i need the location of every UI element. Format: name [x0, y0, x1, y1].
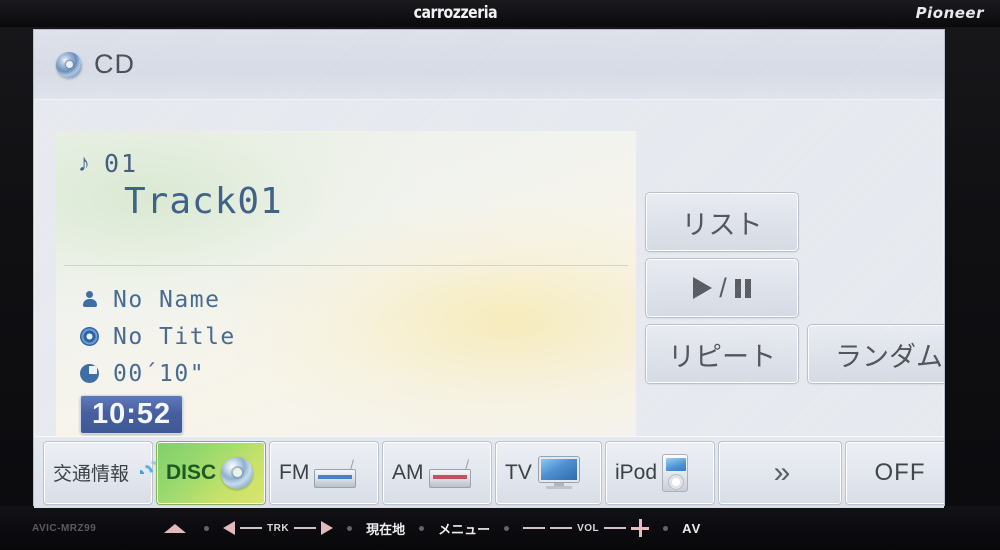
volume-up-icon[interactable]: [631, 519, 650, 537]
hardware-key-row: TRK 現在地 メニュー VOL AV: [160, 506, 701, 550]
source-button-disc[interactable]: DISC: [156, 440, 266, 505]
track-metadata-list: No Name No Title 00´10": [80, 281, 236, 392]
radio-tuner-icon: [314, 458, 357, 488]
lcd-screen: CD ♪ 01 Track01 No Name No Title 00´10" …: [33, 29, 945, 509]
source-button-traffic-info[interactable]: 交通情報: [43, 440, 168, 505]
play-pause-button[interactable]: /: [645, 258, 799, 318]
disc-icon: [80, 327, 99, 346]
key-separator-dot: [204, 525, 209, 531]
source-label-tv: TV: [505, 460, 532, 484]
carrozzeria-logo: carrozzeria: [413, 3, 498, 23]
source-button-fm[interactable]: FM: [269, 440, 379, 505]
bottom-bezel: AVIC-MRZ99 TRK 現在地 メニュー VOL AV: [0, 506, 1000, 550]
album-row: No Title: [80, 318, 236, 355]
top-bezel: carrozzeria Pioneer: [0, 0, 1000, 27]
panel-divider: [64, 265, 628, 266]
av-key[interactable]: AV: [682, 521, 701, 536]
eject-icon[interactable]: [164, 523, 186, 533]
key-separator-dot: [419, 525, 425, 531]
music-note-icon: ♪: [78, 149, 90, 177]
track-next-icon[interactable]: [321, 521, 334, 535]
clock-display: 10:52: [80, 395, 184, 435]
artist-row: No Name: [80, 281, 236, 318]
source-label-am: AM: [392, 460, 424, 484]
elapsed-time-row: 00´10": [80, 355, 236, 392]
clock-icon: [80, 364, 99, 383]
source-label-ipod: iPod: [615, 460, 658, 484]
repeat-button[interactable]: リピート: [645, 324, 799, 384]
track-number: 01: [104, 149, 139, 178]
album-title: No Title: [113, 323, 236, 350]
source-button-ipod[interactable]: iPod: [605, 440, 715, 505]
key-separator-dot: [504, 525, 510, 531]
source-button-am[interactable]: AM: [382, 440, 492, 505]
play-pause-icon: /: [693, 274, 751, 302]
volume-down-icon[interactable]: [523, 527, 546, 529]
track-skip-keys[interactable]: TRK: [223, 521, 334, 535]
source-selector-bar: 交通情報 DISC FM AM TV iPod » OFF: [34, 436, 944, 508]
radio-tuner-icon: [428, 458, 471, 488]
head-unit-chassis: carrozzeria Pioneer CD ♪ 01 Track01 No N…: [0, 0, 1000, 550]
source-button-tv[interactable]: TV: [495, 440, 602, 505]
current-source-label: CD: [94, 49, 135, 79]
key-separator-dot: [347, 525, 353, 531]
track-title: Track01: [124, 181, 283, 222]
cd-disc-icon: [56, 51, 82, 78]
track-previous-icon[interactable]: [223, 521, 235, 535]
source-off-button[interactable]: OFF: [845, 440, 944, 505]
track-number-row: ♪ 01: [78, 149, 138, 178]
television-icon: [537, 456, 581, 489]
current-location-key[interactable]: 現在地: [366, 519, 405, 538]
source-label-disc: DISC: [166, 460, 217, 484]
trk-label: TRK: [267, 522, 290, 534]
random-button[interactable]: ランダム: [807, 324, 944, 384]
source-label-fm: FM: [279, 460, 310, 484]
list-button-label: リスト: [681, 209, 763, 240]
clock-time: 10:52: [92, 398, 172, 430]
key-separator-dot: [663, 525, 669, 531]
volume-keys[interactable]: VOL: [523, 519, 650, 537]
artist-name: No Name: [113, 286, 221, 313]
vol-label: VOL: [577, 522, 600, 534]
ipod-device-icon: [662, 453, 689, 492]
source-label-off: OFF: [874, 458, 926, 486]
model-number: AVIC-MRZ99: [32, 523, 97, 534]
source-label-traffic-info: 交通情報: [53, 464, 130, 485]
menu-key[interactable]: メニュー: [438, 519, 490, 538]
random-button-label: ランダム: [835, 341, 943, 372]
cd-disc-icon: [221, 456, 254, 489]
repeat-button-label: リピート: [668, 341, 776, 372]
elapsed-time: 00´10": [113, 360, 206, 387]
double-chevron-right-icon: »: [773, 455, 791, 489]
person-icon: [80, 290, 99, 309]
next-page-button[interactable]: »: [718, 440, 842, 505]
pioneer-logo: Pioneer: [915, 4, 984, 22]
list-button[interactable]: リスト: [645, 192, 799, 252]
now-playing-panel: ♪ 01 Track01 No Name No Title 00´10" 10:…: [56, 131, 636, 439]
source-header: CD: [34, 30, 944, 100]
